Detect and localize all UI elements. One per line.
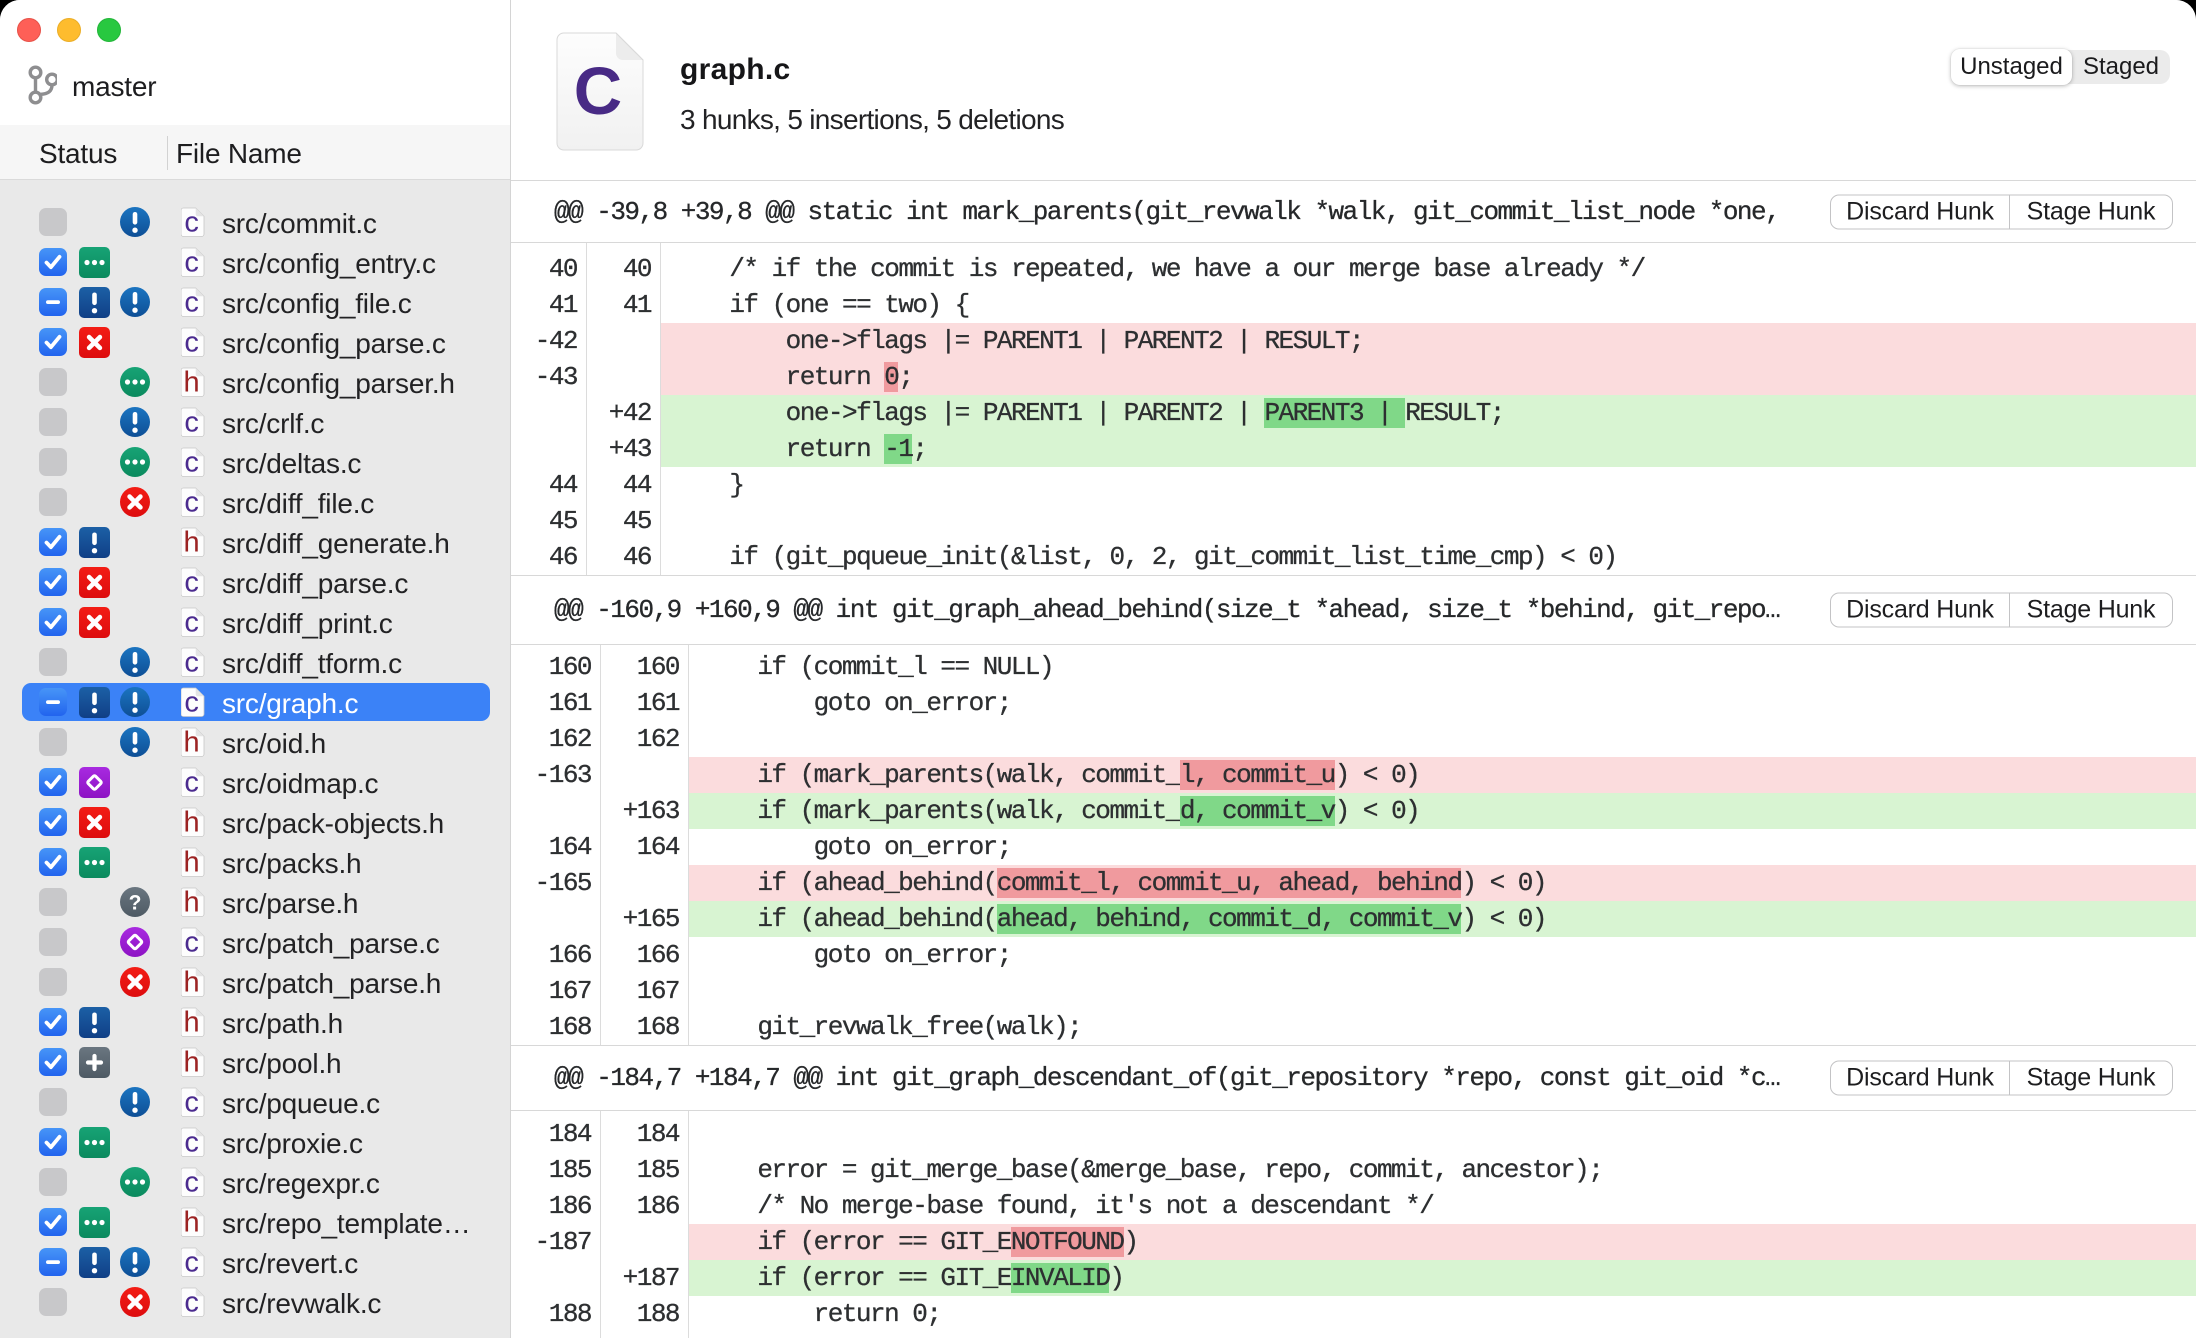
svg-text:h: h [184,1047,200,1077]
svg-text:c: c [184,607,199,637]
svg-text:c: c [184,1127,199,1157]
svg-text:h: h [184,967,200,997]
svg-text:c: c [184,567,199,597]
svg-text:c: c [184,447,199,477]
svg-text:h: h [184,1207,200,1237]
svg-text:h: h [184,367,200,397]
svg-text:c: c [184,207,199,237]
svg-text:c: c [184,647,199,677]
svg-text:c: c [184,487,199,517]
svg-text:c: c [184,767,199,797]
svg-text:c: c [184,247,199,277]
svg-text:h: h [184,727,200,757]
svg-text:h: h [184,807,200,837]
svg-text:?: ? [129,892,142,915]
svg-text:h: h [184,1007,200,1037]
svg-text:h: h [184,887,200,917]
svg-text:h: h [184,847,200,877]
svg-text:c: c [184,1167,199,1197]
svg-text:c: c [184,327,199,357]
svg-text:c: c [184,687,199,717]
svg-text:h: h [184,527,200,557]
svg-text:C: C [574,54,622,129]
svg-text:c: c [184,407,199,437]
svg-text:c: c [184,927,199,957]
svg-text:c: c [184,1087,199,1117]
svg-text:c: c [184,1287,199,1317]
svg-text:c: c [184,287,199,317]
svg-text:c: c [184,1247,199,1277]
